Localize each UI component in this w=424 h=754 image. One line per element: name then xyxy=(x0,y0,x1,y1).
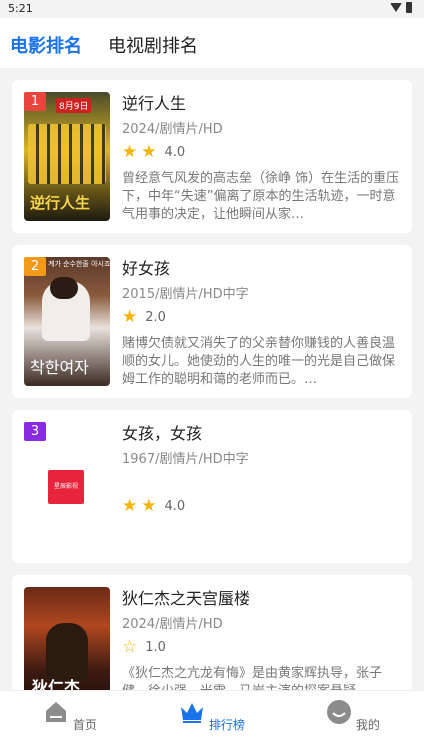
home-icon xyxy=(46,702,67,722)
movie-rating: ★ 2.0 xyxy=(122,309,166,326)
poster-figures xyxy=(28,124,106,184)
tab-movie-ranking[interactable]: 电影排名 xyxy=(10,32,82,58)
star-icon: ★ xyxy=(122,307,138,327)
rating-score: 4.0 xyxy=(164,145,186,160)
nav-profile[interactable]: 我的 xyxy=(313,699,393,733)
nav-home[interactable]: 首页 xyxy=(30,699,110,733)
movie-meta: 1967/剧情片/HD中字 xyxy=(122,452,249,467)
movie-title[interactable]: 女孩，女孩 xyxy=(122,420,202,444)
status-bar: 5:21 xyxy=(0,0,424,18)
star-icon: ★ xyxy=(122,142,138,162)
poster-date-tag: 8月9日 xyxy=(56,98,92,113)
nav-ranking-label: 排行榜 xyxy=(208,718,245,732)
star-icon: ★ xyxy=(122,496,138,516)
poster-title-text: 逆行人生 xyxy=(30,194,91,212)
movie-rating: ★ ★ 4.0 xyxy=(122,498,185,515)
nav-ranking[interactable]: 排行榜 xyxy=(172,699,252,733)
rating-score: 4.0 xyxy=(164,499,186,514)
status-icons xyxy=(390,2,412,13)
poster-figure xyxy=(46,623,88,681)
movie-rating: ★ ★ 4.0 xyxy=(122,144,185,161)
movie-title[interactable]: 逆行人生 xyxy=(122,90,186,114)
star-icon: ★ xyxy=(141,142,157,162)
movie-description: 赌博欠债就又消失了的父亲替你赚钱的人善良温顺的女儿。她使劲的人生的唯一的光是自己… xyxy=(122,336,396,387)
poster-tagline: 계가 순수한줄 아시죠 xyxy=(48,260,110,268)
half-star-icon: ☆ xyxy=(122,637,138,657)
rating-score: 2.0 xyxy=(145,310,166,325)
movie-description: 曾经意气风发的高志垒（徐峥 饰）在生活的重压下，中年“失速”偏离了原本的生活轨迹… xyxy=(122,171,400,222)
movie-title[interactable]: 好女孩 xyxy=(122,255,170,279)
movie-poster[interactable]: 星辰影视 xyxy=(24,422,110,551)
star-icon: ★ xyxy=(141,496,157,516)
tab-tv-ranking[interactable]: 电视剧排名 xyxy=(108,32,198,58)
battery-icon xyxy=(406,2,412,13)
poster-title-text: 착한여자 xyxy=(30,358,89,377)
bottom-nav-bar: 首页 排行榜 我的 xyxy=(0,690,424,754)
movie-card[interactable]: 계가 순수한줄 아시죠 착한여자 2 好女孩 2015/剧情片/HD中字 ★ 2… xyxy=(12,245,412,398)
rank-badge: 3 xyxy=(24,422,46,441)
nav-profile-label: 我的 xyxy=(355,718,380,732)
crown-icon xyxy=(181,703,204,723)
movie-meta: 2024/剧情片/HD xyxy=(122,617,223,632)
ranking-list[interactable]: 8月9日 逆行人生 1 逆行人生 2024/剧情片/HD ★ ★ 4.0 曾经意… xyxy=(0,68,424,690)
rank-badge: 2 xyxy=(24,257,46,276)
movie-poster[interactable]: 8月9日 逆行人生 xyxy=(24,92,110,221)
poster-figure-hair xyxy=(50,277,78,299)
movie-poster[interactable]: 狄仁杰 xyxy=(24,587,110,690)
movie-poster[interactable]: 계가 순수한줄 아시죠 착한여자 xyxy=(24,257,110,386)
movie-meta: 2024/剧情片/HD xyxy=(122,122,223,137)
top-tab-bar: 电影排名 电视剧排名 xyxy=(0,18,424,68)
movie-description: 《狄仁杰之亢龙有悔》是由黄家辉执导，张子健、徐少强、米雪、马岩主演的探案悬疑 xyxy=(122,666,383,690)
movie-meta: 2015/剧情片/HD中字 xyxy=(122,287,249,302)
rank-badge: 1 xyxy=(24,92,46,111)
poster-title-text: 狄仁杰 xyxy=(32,678,81,690)
movie-card[interactable]: 星辰影视 3 女孩，女孩 1967/剧情片/HD中字 ★ ★ 4.0 xyxy=(12,410,412,563)
nav-home-label: 首页 xyxy=(72,718,97,732)
rating-score: 1.0 xyxy=(145,640,166,655)
status-time: 5:21 xyxy=(8,2,33,15)
movie-title[interactable]: 狄仁杰之天宫蜃楼 xyxy=(122,585,250,609)
profile-icon xyxy=(327,700,352,724)
movie-card[interactable]: 狄仁杰 狄仁杰之天宫蜃楼 2024/剧情片/HD ☆ 1.0 《狄仁杰之亢龙有悔… xyxy=(12,575,412,690)
movie-card[interactable]: 8月9日 逆行人生 1 逆行人生 2024/剧情片/HD ★ ★ 4.0 曾经意… xyxy=(12,80,412,233)
movie-rating: ☆ 1.0 xyxy=(122,639,166,656)
poster-logo: 星辰影视 xyxy=(48,470,84,504)
wifi-icon xyxy=(390,3,402,12)
